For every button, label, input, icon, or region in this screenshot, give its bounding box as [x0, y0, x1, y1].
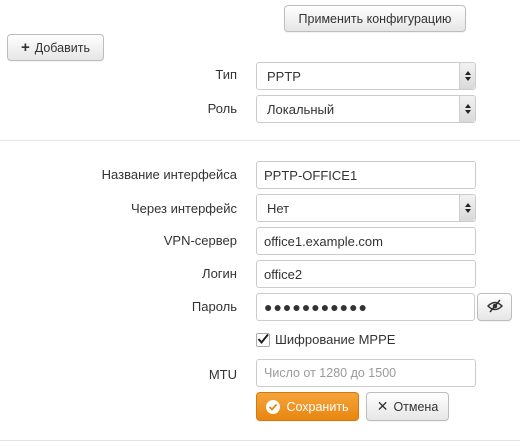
cancel-label: Отмена [393, 399, 439, 414]
mtu-placeholder: Число от 1280 до 1500 [264, 366, 397, 380]
select-arrows-icon [459, 63, 475, 89]
via-interface-select[interactable]: Нет [256, 194, 476, 222]
apply-config-label: Применить конфигурацию [298, 11, 452, 26]
interface-name-value: PPTP-OFFICE1 [264, 167, 358, 183]
server-label: VPN-сервер [163, 233, 237, 248]
vpn-server-value: office1.example.com [264, 233, 383, 249]
mppe-checkbox[interactable] [256, 333, 270, 347]
password-label: Пароль [191, 299, 237, 314]
close-icon: ✕ [376, 398, 389, 414]
select-arrows-icon [459, 195, 475, 221]
save-button[interactable]: Сохранить [256, 392, 359, 421]
role-value: Локальный [267, 101, 335, 117]
cancel-button[interactable]: ✕ Отмена [366, 392, 449, 421]
eye-slash-icon [486, 299, 503, 316]
via-value: Нет [267, 200, 290, 216]
password-input[interactable]: ●●●●●●●●●●● [256, 293, 475, 321]
add-label: Добавить [34, 40, 90, 55]
via-label: Через интерфейс [130, 201, 237, 216]
plus-icon: + [20, 38, 30, 56]
mtu-label: MTU [208, 367, 237, 382]
vpn-server-input[interactable]: office1.example.com [256, 227, 476, 255]
bottom-divider [0, 440, 520, 441]
save-label: Сохранить [286, 399, 349, 414]
show-password-button[interactable] [477, 293, 512, 321]
check-circle-icon [266, 399, 281, 414]
login-label: Логин [202, 266, 237, 281]
checkmark-icon [257, 333, 269, 345]
password-value: ●●●●●●●●●●● [264, 299, 369, 315]
role-label: Роль [207, 101, 237, 116]
section-divider [0, 140, 520, 141]
interface-name-input[interactable]: PPTP-OFFICE1 [256, 161, 476, 189]
role-select[interactable]: Локальный [256, 95, 476, 123]
type-label: Тип [215, 67, 237, 82]
type-select[interactable]: PPTP [256, 62, 476, 90]
select-arrows-icon [459, 96, 475, 122]
name-label: Название интерфейса [101, 167, 237, 182]
type-value: PPTP [267, 68, 301, 84]
mtu-input[interactable]: Число от 1280 до 1500 [256, 359, 476, 387]
login-value: office2 [264, 266, 303, 282]
mppe-label: Шифрование MPPE [275, 332, 396, 347]
login-input[interactable]: office2 [256, 260, 476, 288]
apply-config-button[interactable]: Применить конфигурацию [284, 5, 466, 32]
add-button[interactable]: + Добавить [7, 34, 104, 61]
